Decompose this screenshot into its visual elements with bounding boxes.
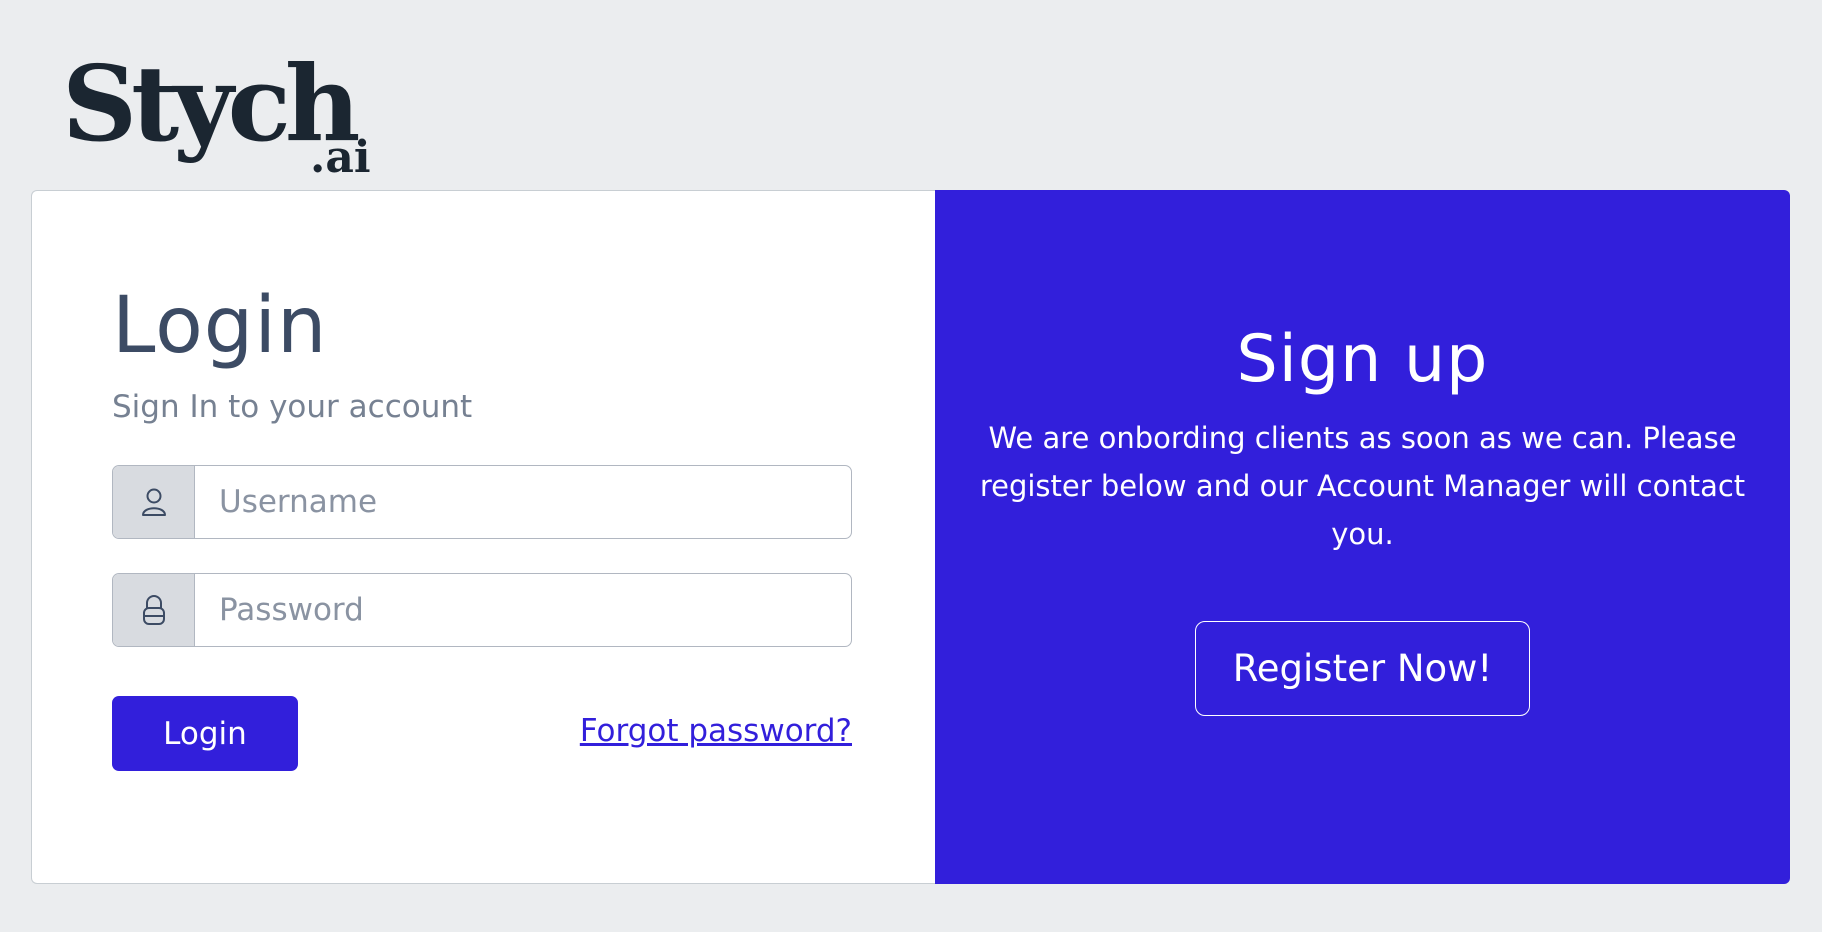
login-card: Login Sign In to your account Login <box>31 190 935 884</box>
register-now-button[interactable]: Register Now! <box>1195 621 1530 716</box>
logo-image: Stych .ai <box>62 42 371 180</box>
user-icon <box>113 466 195 538</box>
username-input[interactable] <box>195 466 851 538</box>
forgot-password-link[interactable]: Forgot password? <box>580 713 852 749</box>
signup-card: Sign up We are onbording clients as soon… <box>935 190 1790 884</box>
signup-title: Sign up <box>1236 322 1489 397</box>
password-input-group <box>112 573 852 647</box>
stych-logo: Stych .ai <box>62 40 382 180</box>
logo-suffix: .ai <box>310 132 371 180</box>
login-subtitle: Sign In to your account <box>112 389 473 425</box>
login-title: Login <box>112 281 328 371</box>
username-input-group <box>112 465 852 539</box>
login-button[interactable]: Login <box>112 696 298 771</box>
auth-card-group: Login Sign In to your account Login <box>31 190 1790 884</box>
lock-icon <box>113 574 195 646</box>
password-input[interactable] <box>195 574 851 646</box>
signup-description: We are onbording clients as soon as we c… <box>979 421 1746 551</box>
